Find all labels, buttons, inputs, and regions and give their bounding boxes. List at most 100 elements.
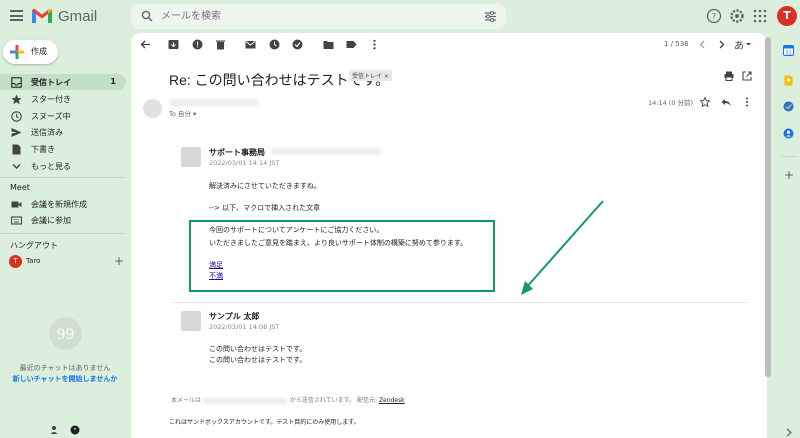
quote-sender-name: サポート事務局 (209, 148, 265, 157)
pager-count: 1 / 536 (664, 40, 689, 48)
gmail-logo-icon[interactable] (31, 7, 53, 24)
chevron-right-icon[interactable] (716, 39, 727, 50)
rail-divider (781, 156, 796, 157)
apps-grid-icon[interactable] (752, 8, 768, 24)
quote-body-line: 解決済みにさせていただきますね。 (209, 182, 321, 190)
account-avatar[interactable]: T (777, 6, 797, 26)
message-separator (173, 302, 747, 303)
sidebar-divider (0, 177, 126, 178)
hangouts-icon: " (70, 425, 80, 435)
delete-icon[interactable] (215, 39, 226, 50)
sidebar-item-more[interactable]: もっと見る (0, 158, 126, 174)
svg-text:31: 31 (785, 51, 791, 57)
compose-plus-icon (10, 45, 24, 59)
recipient-details[interactable]: To 自分 ▾ (169, 108, 196, 118)
draft-icon (12, 144, 21, 155)
hangout-user[interactable]: T Taro + (9, 254, 124, 269)
snooze-icon[interactable] (269, 39, 280, 50)
settings-gear-icon[interactable] (729, 8, 745, 24)
video-camera-icon (11, 201, 22, 208)
send-icon (11, 128, 22, 137)
chevron-right-icon[interactable] (785, 427, 793, 438)
quote-sender-email-redacted (271, 148, 381, 155)
help-icon[interactable]: ? (706, 8, 722, 24)
keep-icon[interactable] (783, 75, 794, 86)
calendar-icon[interactable]: 31 (783, 45, 794, 56)
move-to-icon[interactable] (323, 39, 334, 50)
sidebar-item-inbox[interactable]: 受信トレイ 1 (0, 74, 126, 90)
footer-address-redacted (202, 397, 288, 404)
hangout-avatar: T (9, 255, 22, 268)
meet-section-title: Meet (10, 183, 30, 192)
compose-button[interactable]: 作成 (3, 40, 58, 64)
quote-body-line: --> 以下、マクロで挿入された文章 (209, 204, 321, 212)
sidebar-item-label: スヌーズ中 (31, 112, 71, 121)
quote-date: 2022/03/01 14:14 JST (209, 159, 280, 167)
mark-unread-icon[interactable] (245, 39, 256, 50)
add-addon-icon[interactable]: + (784, 168, 794, 182)
sender-name-redacted (169, 99, 259, 106)
label-icon[interactable] (346, 39, 357, 50)
report-spam-icon[interactable] (192, 39, 203, 50)
sidebar-item-label: 会議を新規作成 (31, 200, 87, 209)
input-tools-icon[interactable]: あ (734, 39, 752, 50)
survey-satisfied-link[interactable]: 満足 (209, 260, 223, 270)
annotation-arrow (521, 200, 604, 295)
sidebar-item-new-meeting[interactable]: 会議を新規作成 (0, 196, 126, 212)
compose-label: 作成 (31, 47, 47, 56)
sidebar-item-starred[interactable]: スター付き (0, 91, 126, 107)
add-chat-icon[interactable]: + (114, 254, 124, 268)
side-panel-rail: 31 + (777, 33, 800, 438)
more-vert-icon[interactable] (742, 97, 752, 107)
sidebar-item-drafts[interactable]: 下書き (0, 141, 126, 157)
open-new-window-icon[interactable] (742, 71, 752, 81)
svg-text:あ: あ (734, 40, 744, 50)
unread-count: 1 (110, 77, 116, 86)
sidebar-item-label: 会議に参加 (31, 216, 71, 225)
bottom-icons: " (47, 425, 87, 438)
star-icon (11, 94, 22, 105)
chevron-left-icon[interactable] (697, 39, 708, 50)
search-options-icon[interactable] (485, 11, 496, 22)
sender-avatar (143, 99, 162, 118)
contacts-icon[interactable] (783, 128, 794, 139)
search-input[interactable] (161, 7, 461, 26)
footer-prefix: 本メールは (171, 397, 202, 404)
quote-body-line: この問い合わせはテストです。 (209, 345, 307, 353)
tasks-icon[interactable] (783, 101, 794, 112)
sidebar-item-sent[interactable]: 送信済み (0, 124, 126, 140)
main-menu-icon[interactable] (10, 10, 23, 21)
svg-text:99: 99 (57, 327, 75, 343)
top-bar: Gmail ? T (0, 0, 800, 33)
chevron-down-icon (12, 164, 21, 169)
footer-middle: から送信されています。 配信元: (289, 397, 378, 404)
survey-text: いただきましたご意見を踏まえ、より良いサポート体制の構築に努めて参ります。 (209, 239, 468, 247)
start-new-chat-link[interactable]: 新しいチャットを開始しませんか (0, 374, 130, 384)
sidebar-item-label: スター付き (31, 95, 71, 104)
clock-icon (11, 111, 22, 122)
hangout-user-name: Taro (26, 257, 41, 265)
reply-icon[interactable] (721, 97, 731, 107)
keyboard-icon (11, 216, 22, 225)
quote-sender-name: サンプル 太郎 (209, 312, 260, 321)
more-vert-icon[interactable] (369, 39, 380, 50)
inbox-label-chip[interactable]: 受信トレイ × (349, 70, 392, 81)
zendesk-link[interactable]: Zendesk (379, 397, 405, 404)
email-view-panel: 1 / 536 あ Re: この問い合わせはテストです。 受信トレイ × To … (131, 33, 767, 438)
search-icon[interactable] (141, 10, 153, 22)
main-scrollbar[interactable] (765, 37, 771, 377)
star-outline-icon[interactable] (700, 97, 710, 107)
add-task-icon[interactable] (292, 39, 303, 50)
survey-unsatisfied-link[interactable]: 不満 (209, 271, 223, 281)
print-icon[interactable] (724, 71, 734, 81)
footer-notice: 本メールは から送信されています。 配信元: Zendesk (171, 395, 405, 404)
sidebar-item-label: 下書き (31, 145, 55, 154)
sidebar-item-label: 送信済み (31, 128, 63, 137)
sidebar-item-join-meeting[interactable]: 会議に参加 (0, 212, 126, 228)
sidebar-divider (0, 233, 126, 234)
archive-icon[interactable] (168, 39, 179, 50)
back-arrow-icon[interactable] (140, 39, 151, 50)
email-toolbar: 1 / 536 あ (131, 33, 767, 57)
search-bar[interactable] (131, 4, 506, 29)
sidebar-item-snoozed[interactable]: スヌーズ中 (0, 108, 126, 124)
